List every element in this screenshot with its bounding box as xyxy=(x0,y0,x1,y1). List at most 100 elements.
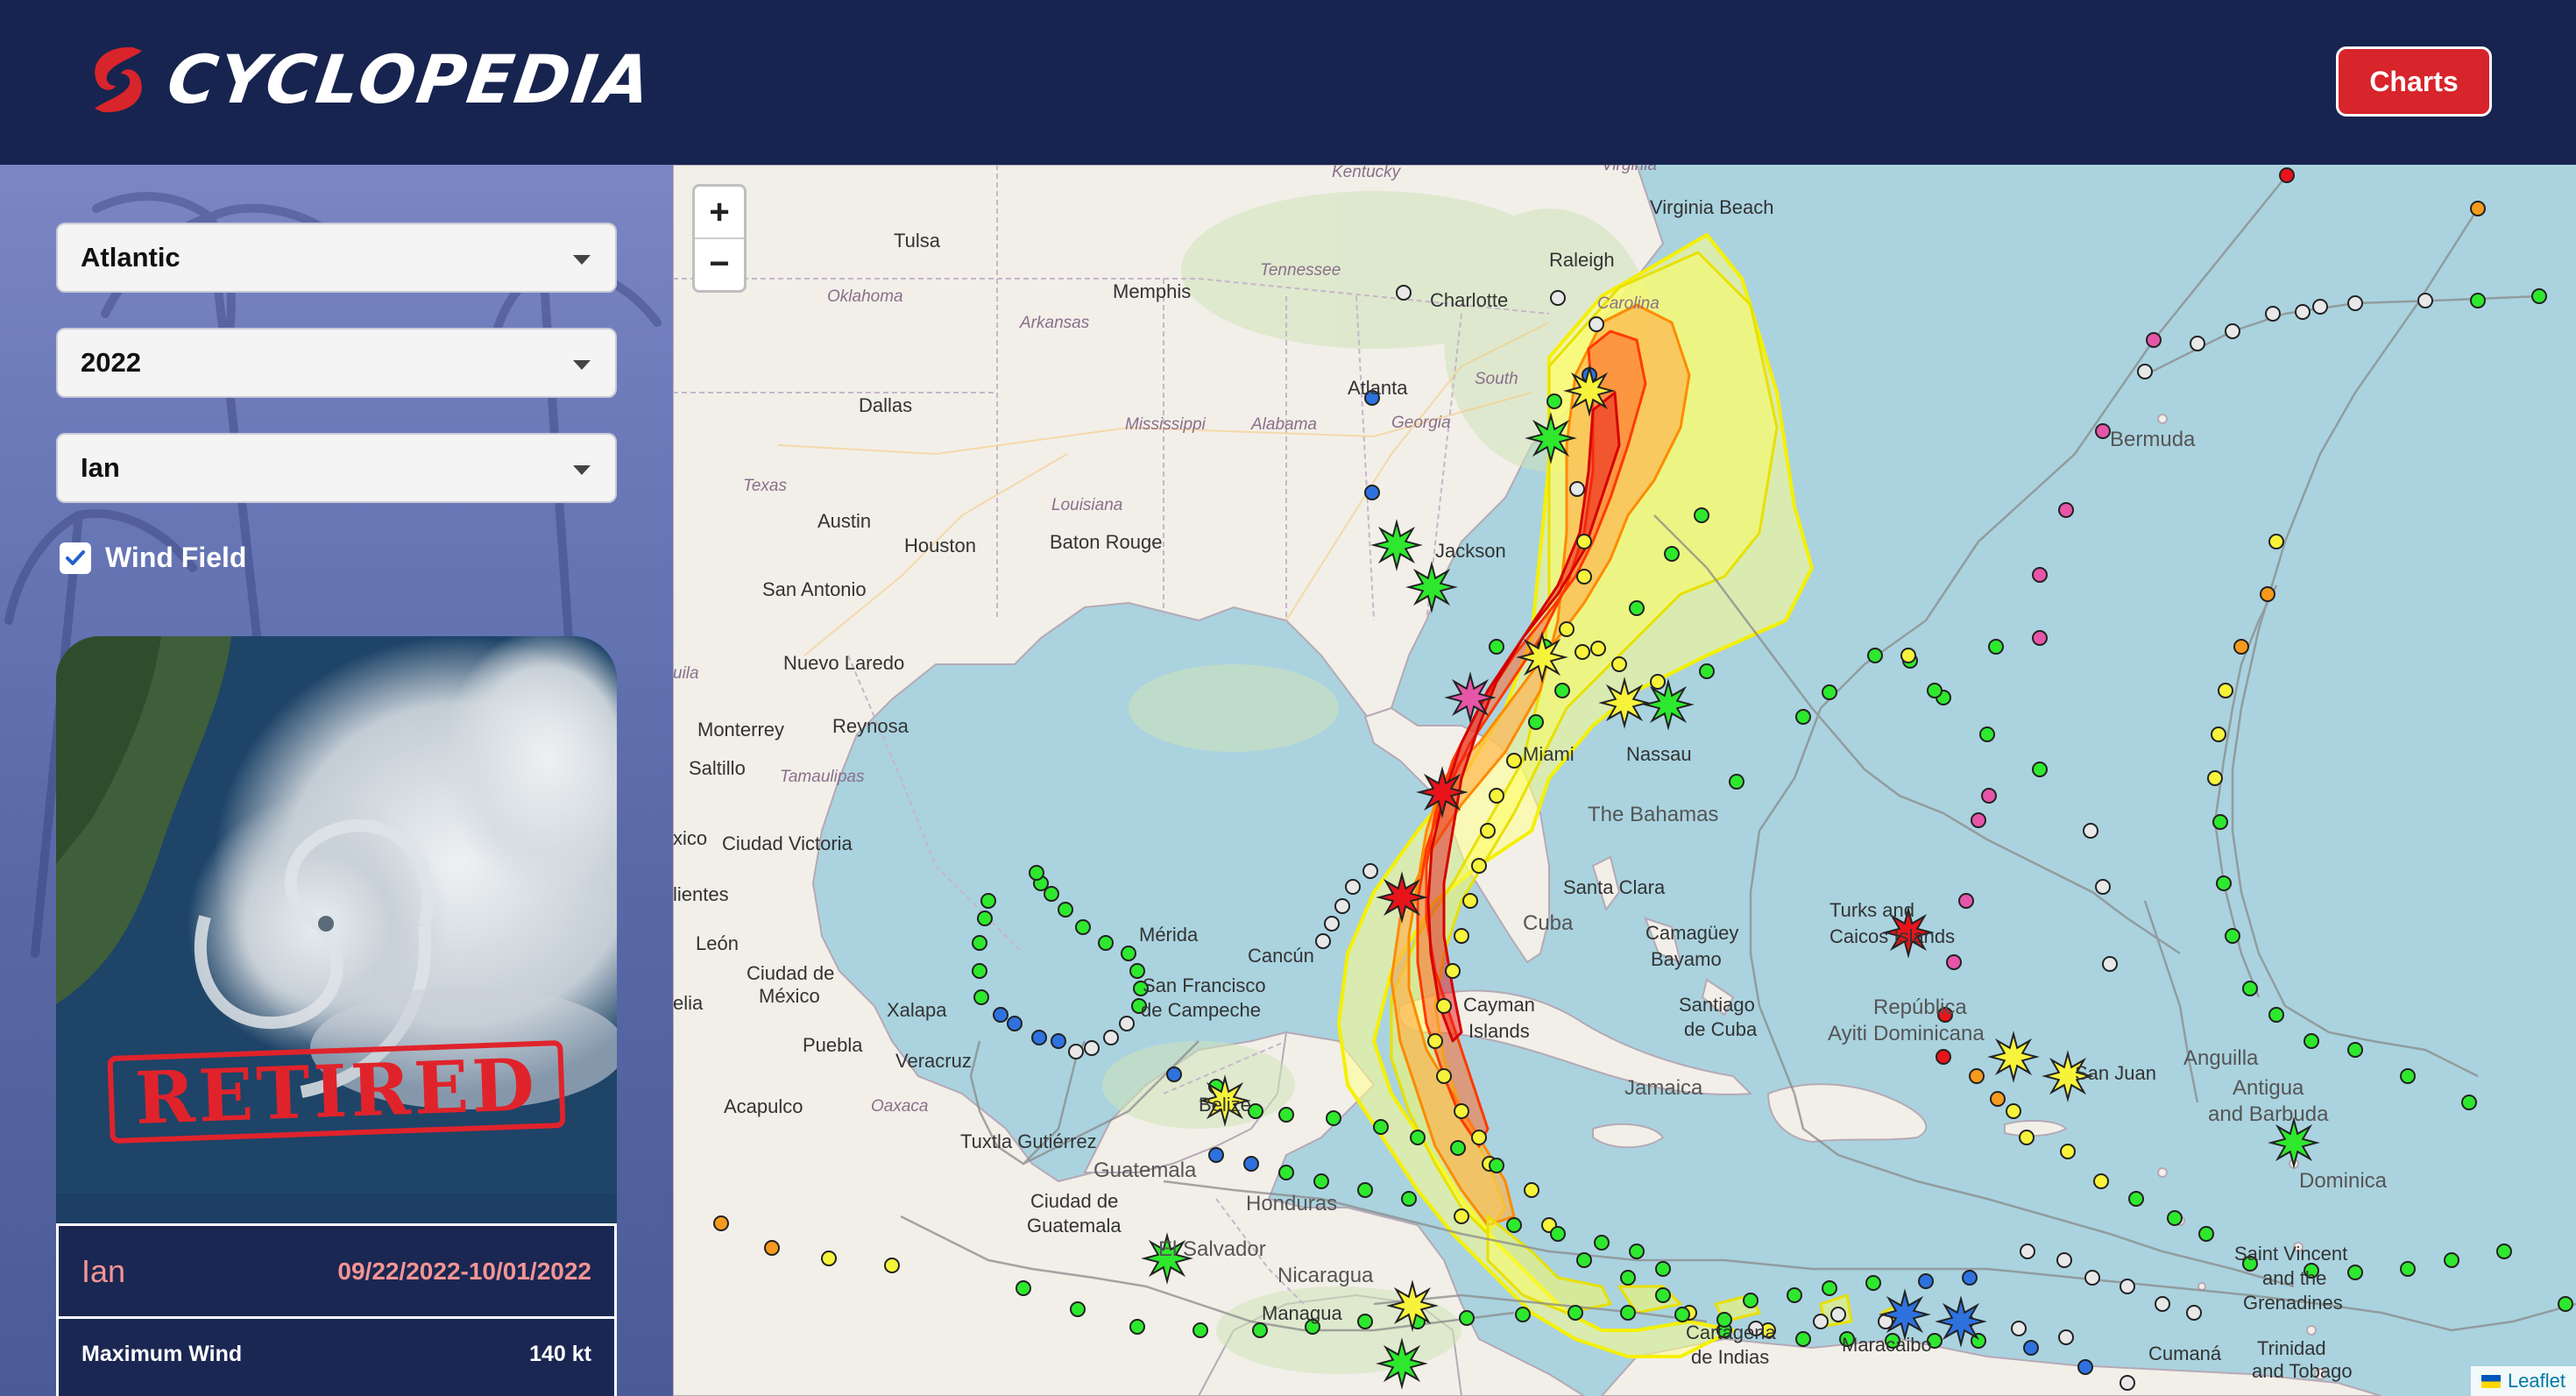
peak-intensity-star-icon[interactable] xyxy=(1376,871,1428,924)
track-point[interactable] xyxy=(2470,293,2486,308)
track-point[interactable] xyxy=(764,1240,780,1256)
track-point[interactable] xyxy=(2207,770,2223,786)
track-point[interactable] xyxy=(1936,1049,1951,1065)
zoom-in-button[interactable]: + xyxy=(695,187,744,237)
track-point[interactable] xyxy=(1445,963,1461,979)
track-point[interactable] xyxy=(1166,1066,1182,1082)
track-point[interactable] xyxy=(1436,998,1452,1014)
track-point[interactable] xyxy=(2011,1321,2027,1336)
track-point[interactable] xyxy=(1900,648,1916,663)
track-point[interactable] xyxy=(2095,423,2111,439)
track-point[interactable] xyxy=(1471,1130,1487,1145)
track-point[interactable] xyxy=(1971,812,1986,828)
track-point[interactable] xyxy=(2558,1296,2573,1312)
track-point[interactable] xyxy=(1550,1226,1566,1242)
peak-intensity-star-icon[interactable] xyxy=(1376,1337,1428,1390)
attribution-link[interactable]: Leaflet xyxy=(2508,1370,2565,1392)
track-point[interactable] xyxy=(2347,295,2363,311)
track-point[interactable] xyxy=(2058,502,2074,518)
track-point[interactable] xyxy=(1044,886,1059,902)
map-canvas[interactable] xyxy=(673,165,2576,1396)
track-point[interactable] xyxy=(1655,1287,1671,1303)
track-point[interactable] xyxy=(2084,1270,2100,1286)
track-point[interactable] xyxy=(1946,954,1962,970)
track-point[interactable] xyxy=(1822,684,1837,700)
track-point[interactable] xyxy=(2218,683,2233,698)
track-point[interactable] xyxy=(2347,1042,2363,1058)
track-point[interactable] xyxy=(2225,928,2240,944)
track-point[interactable] xyxy=(1559,621,1575,637)
track-point[interactable] xyxy=(2295,304,2311,320)
track-point[interactable] xyxy=(2347,1265,2363,1280)
track-point[interactable] xyxy=(1031,1030,1047,1045)
peak-intensity-star-icon[interactable] xyxy=(1444,671,1497,724)
track-point[interactable] xyxy=(2260,586,2275,602)
track-point[interactable] xyxy=(1620,1270,1636,1286)
track-point[interactable] xyxy=(1620,1305,1636,1321)
year-select[interactable]: 2022 xyxy=(56,328,617,398)
peak-intensity-star-icon[interactable] xyxy=(1879,1288,1931,1341)
map-attribution[interactable]: Leaflet xyxy=(2470,1366,2576,1396)
track-point[interactable] xyxy=(713,1215,729,1231)
peak-intensity-star-icon[interactable] xyxy=(1386,1279,1439,1332)
map-view[interactable]: Kentucky Virginia Virginia Beach Tulsa T… xyxy=(673,165,2576,1396)
track-point[interactable] xyxy=(1007,1016,1023,1031)
track-point[interactable] xyxy=(2032,567,2048,583)
track-point[interactable] xyxy=(1278,1107,1294,1123)
track-point[interactable] xyxy=(1252,1322,1268,1338)
track-point[interactable] xyxy=(2417,293,2433,308)
track-point[interactable] xyxy=(1029,865,1044,881)
track-point[interactable] xyxy=(1098,935,1114,951)
track-point[interactable] xyxy=(977,911,993,926)
track-point[interactable] xyxy=(2095,879,2111,895)
track-point[interactable] xyxy=(2020,1244,2035,1259)
track-point[interactable] xyxy=(1576,534,1592,549)
track-point[interactable] xyxy=(2242,981,2258,996)
track-point[interactable] xyxy=(1324,916,1340,932)
track-point[interactable] xyxy=(2190,336,2205,351)
peak-intensity-star-icon[interactable] xyxy=(1516,631,1568,684)
track-point[interactable] xyxy=(1075,919,1091,935)
track-point[interactable] xyxy=(2531,288,2547,304)
track-point[interactable] xyxy=(2186,1305,2202,1321)
track-point[interactable] xyxy=(972,963,987,979)
track-point[interactable] xyxy=(1729,774,1744,790)
track-point[interactable] xyxy=(2058,1329,2074,1345)
track-point[interactable] xyxy=(1357,1182,1373,1198)
track-point[interactable] xyxy=(2198,1226,2214,1242)
track-point[interactable] xyxy=(1401,1191,1417,1207)
track-point[interactable] xyxy=(993,1007,1008,1023)
track-point[interactable] xyxy=(1969,1068,1985,1084)
track-point[interactable] xyxy=(1568,1305,1583,1321)
track-point[interactable] xyxy=(2461,1095,2477,1110)
track-point[interactable] xyxy=(1990,1091,2006,1107)
track-point[interactable] xyxy=(1962,1270,1978,1286)
track-point[interactable] xyxy=(1357,1314,1373,1329)
track-point[interactable] xyxy=(2268,534,2284,549)
track-point[interactable] xyxy=(1576,1252,1592,1268)
track-point[interactable] xyxy=(1454,1208,1469,1224)
storm-select[interactable]: Ian xyxy=(56,433,617,503)
track-point[interactable] xyxy=(1655,1261,1671,1277)
track-point[interactable] xyxy=(1084,1040,1100,1056)
track-point[interactable] xyxy=(2233,639,2249,655)
peak-intensity-star-icon[interactable] xyxy=(1935,1295,1987,1348)
track-point[interactable] xyxy=(1506,753,1522,769)
track-point[interactable] xyxy=(1822,1280,1837,1296)
track-point[interactable] xyxy=(1629,1244,1645,1259)
track-point[interactable] xyxy=(1569,481,1585,497)
track-point[interactable] xyxy=(2265,306,2281,322)
peak-intensity-star-icon[interactable] xyxy=(1598,677,1651,729)
track-point[interactable] xyxy=(2155,1296,2170,1312)
track-point[interactable] xyxy=(1396,285,1412,301)
track-point[interactable] xyxy=(2400,1068,2416,1084)
track-point[interactable] xyxy=(1454,1103,1469,1119)
peak-intensity-star-icon[interactable] xyxy=(1525,412,1577,464)
track-point[interactable] xyxy=(1427,1033,1443,1049)
basin-select[interactable]: Atlantic xyxy=(56,223,617,293)
track-point[interactable] xyxy=(2268,1007,2284,1023)
track-point[interactable] xyxy=(1611,656,1627,672)
track-point[interactable] xyxy=(2032,630,2048,646)
track-point[interactable] xyxy=(1051,1033,1066,1049)
track-point[interactable] xyxy=(1787,1287,1802,1303)
